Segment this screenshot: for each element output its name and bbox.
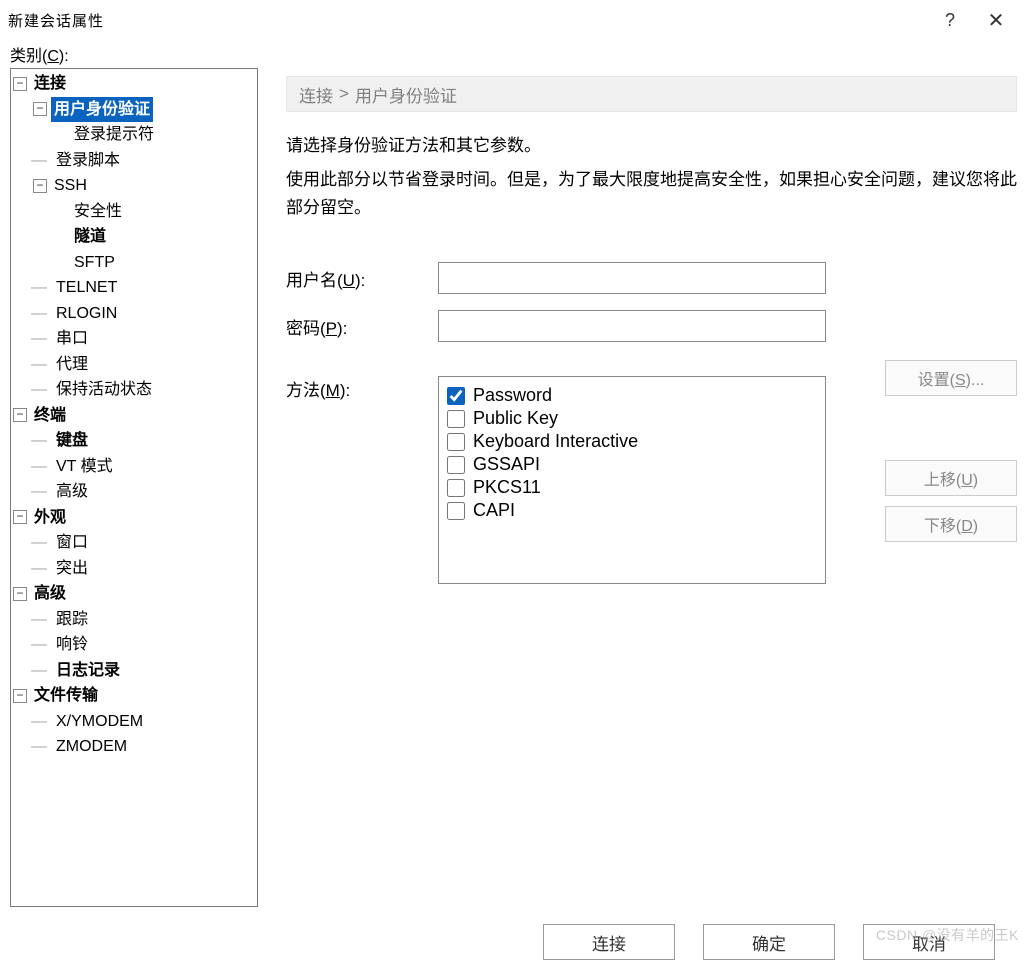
breadcrumb-sep: >: [339, 84, 349, 104]
description: 请选择身份验证方法和其它参数。 使用此部分以节省登录时间。但是，为了最大限度地提…: [286, 132, 1017, 222]
username-label: 用户名(U):: [286, 266, 438, 291]
method-item-0[interactable]: Password: [447, 385, 817, 406]
method-item-1[interactable]: Public Key: [447, 408, 817, 429]
tree-item-ssh[interactable]: −SSH: [31, 173, 257, 199]
window-title: 新建会话属性: [8, 10, 927, 31]
close-button[interactable]: ✕: [973, 0, 1019, 40]
collapse-icon[interactable]: −: [33, 102, 47, 116]
tree-item-user-auth[interactable]: −用户身份验证: [31, 97, 257, 123]
tree-item-tunnel[interactable]: 隧道: [51, 224, 257, 250]
tree-item-appearance[interactable]: −外观: [11, 505, 257, 531]
tree-item-keepalive[interactable]: —保持活动状态: [31, 377, 257, 403]
settings-button[interactable]: 设置(S)...: [885, 360, 1017, 396]
tree-item-login-prompt[interactable]: 登录提示符: [51, 122, 257, 148]
description-line2: 使用此部分以节省登录时间。但是，为了最大限度地提高安全性，如果担心安全问题，建议…: [286, 166, 1017, 222]
collapse-icon[interactable]: −: [33, 179, 47, 193]
collapse-icon[interactable]: −: [13, 77, 27, 91]
username-input[interactable]: [438, 262, 826, 294]
category-tree[interactable]: −连接 −用户身份验证 登录提示符 —登录脚本 −SSH 安全性 隧道 SFTP: [10, 68, 258, 907]
method-label: 方法(M):: [286, 376, 438, 401]
method-label: PKCS11: [473, 477, 541, 498]
tree-item-serial[interactable]: —串口: [31, 326, 257, 352]
method-checkbox[interactable]: [447, 479, 465, 497]
method-item-2[interactable]: Keyboard Interactive: [447, 431, 817, 452]
ok-button[interactable]: 确定: [703, 924, 835, 960]
method-label: Public Key: [473, 408, 558, 429]
tree-item-bell[interactable]: —响铃: [31, 632, 257, 658]
category-label: 类别(C):: [0, 40, 1027, 68]
password-label: 密码(P):: [286, 314, 438, 339]
help-button[interactable]: ?: [927, 0, 973, 40]
breadcrumb: 连接 > 用户身份验证: [286, 76, 1017, 112]
tree-item-trace[interactable]: —跟踪: [31, 607, 257, 633]
tree-item-highlight[interactable]: —突出: [31, 556, 257, 582]
method-label: Password: [473, 385, 552, 406]
tree-item-keyboard[interactable]: —键盘: [31, 428, 257, 454]
tree-item-security[interactable]: 安全性: [51, 199, 257, 225]
collapse-icon[interactable]: −: [13, 587, 27, 601]
content-pane: 连接 > 用户身份验证 请选择身份验证方法和其它参数。 使用此部分以节省登录时间…: [258, 68, 1017, 907]
method-label: GSSAPI: [473, 454, 540, 475]
description-line1: 请选择身份验证方法和其它参数。: [286, 132, 1017, 160]
move-down-button[interactable]: 下移(D): [885, 506, 1017, 542]
method-checkbox[interactable]: [447, 502, 465, 520]
collapse-icon[interactable]: −: [13, 689, 27, 703]
connect-button[interactable]: 连接: [543, 924, 675, 960]
tree-item-terminal[interactable]: −终端: [11, 403, 257, 429]
method-item-5[interactable]: CAPI: [447, 500, 817, 521]
breadcrumb-current: 用户身份验证: [355, 82, 457, 107]
method-item-4[interactable]: PKCS11: [447, 477, 817, 498]
tree-item-xymodem[interactable]: —X/YMODEM: [31, 709, 257, 735]
tree-item-filetransfer[interactable]: −文件传输: [11, 683, 257, 709]
tree-item-window[interactable]: —窗口: [31, 530, 257, 556]
method-label: Keyboard Interactive: [473, 431, 638, 452]
tree-item-sftp[interactable]: SFTP: [51, 250, 257, 276]
method-item-3[interactable]: GSSAPI: [447, 454, 817, 475]
tree-item-proxy[interactable]: —代理: [31, 352, 257, 378]
tree-item-connection[interactable]: −连接: [11, 71, 257, 97]
method-checkbox[interactable]: [447, 410, 465, 428]
collapse-icon[interactable]: −: [13, 408, 27, 422]
breadcrumb-root: 连接: [299, 82, 333, 107]
method-checkbox[interactable]: [447, 433, 465, 451]
method-checkbox[interactable]: [447, 456, 465, 474]
tree-item-zmodem[interactable]: —ZMODEM: [31, 734, 257, 760]
watermark: CSDN @没有羊的王K: [876, 925, 1019, 945]
method-list[interactable]: PasswordPublic KeyKeyboard InteractiveGS…: [438, 376, 826, 584]
tree-item-vtmode[interactable]: —VT 模式: [31, 454, 257, 480]
method-label: CAPI: [473, 500, 515, 521]
method-checkbox[interactable]: [447, 387, 465, 405]
tree-item-telnet[interactable]: —TELNET: [31, 275, 257, 301]
tree-item-rlogin[interactable]: —RLOGIN: [31, 301, 257, 327]
titlebar: 新建会话属性 ? ✕: [0, 0, 1027, 40]
collapse-icon[interactable]: −: [13, 510, 27, 524]
footer: 连接 确定 取消: [0, 907, 1027, 977]
tree-item-login-script[interactable]: —登录脚本: [31, 148, 257, 174]
password-input[interactable]: [438, 310, 826, 342]
tree-item-advanced[interactable]: −高级: [11, 581, 257, 607]
move-up-button[interactable]: 上移(U): [885, 460, 1017, 496]
tree-item-advanced-t[interactable]: —高级: [31, 479, 257, 505]
tree-item-logging[interactable]: —日志记录: [31, 658, 257, 684]
